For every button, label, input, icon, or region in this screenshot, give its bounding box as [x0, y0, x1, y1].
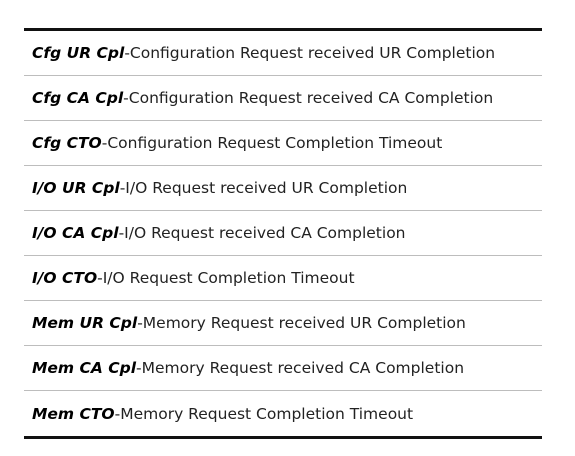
- legend-row-cfg-cto: Cfg CTO - Configuration Request Completi…: [24, 121, 542, 166]
- legend-description: I/O Request received UR Completion: [125, 179, 408, 197]
- legend-row-io-ca-cpl: I/O CA Cpl - I/O Request received CA Com…: [24, 211, 542, 256]
- legend-term: Mem CA Cpl: [32, 359, 137, 377]
- legend-term: Cfg CA Cpl: [32, 89, 124, 107]
- legend-row-mem-ca-cpl: Mem CA Cpl - Memory Request received CA …: [24, 346, 542, 391]
- legend-term: Mem CTO: [32, 404, 115, 423]
- legend-row-io-ur-cpl: I/O UR Cpl - I/O Request received UR Com…: [24, 166, 542, 211]
- legend-description: Configuration Request received CA Comple…: [128, 89, 494, 107]
- legend-term: I/O UR Cpl: [32, 179, 120, 197]
- legend-description: Configuration Request Completion Timeout: [107, 134, 443, 152]
- legend-row-cfg-ur-cpl: Cfg UR Cpl - Configuration Request recei…: [24, 31, 542, 76]
- legend-description: Memory Request received CA Completion: [141, 359, 465, 377]
- legend-description: Memory Request received UR Completion: [142, 314, 466, 332]
- legend-term: Cfg CTO: [32, 134, 102, 152]
- legend-description: Memory Request Completion Timeout: [120, 404, 414, 423]
- legend-term: Mem UR Cpl: [32, 314, 138, 332]
- legend-term: Cfg UR Cpl: [32, 44, 125, 62]
- legend-description: I/O Request received CA Completion: [124, 224, 406, 242]
- legend-row-mem-ur-cpl: Mem UR Cpl - Memory Request received UR …: [24, 301, 542, 346]
- legend-row-cfg-ca-cpl: Cfg CA Cpl - Configuration Request recei…: [24, 76, 542, 121]
- abbreviation-legend-table: Cfg UR Cpl - Configuration Request recei…: [24, 28, 542, 439]
- legend-term: I/O CA Cpl: [32, 224, 119, 242]
- legend-description: Configuration Request received UR Comple…: [129, 44, 496, 62]
- legend-term: I/O CTO: [32, 269, 98, 287]
- legend-row-mem-cto: Mem CTO - Memory Request Completion Time…: [24, 391, 542, 436]
- legend-row-io-cto: I/O CTO - I/O Request Completion Timeout: [24, 256, 542, 301]
- legend-description: I/O Request Completion Timeout: [102, 269, 355, 287]
